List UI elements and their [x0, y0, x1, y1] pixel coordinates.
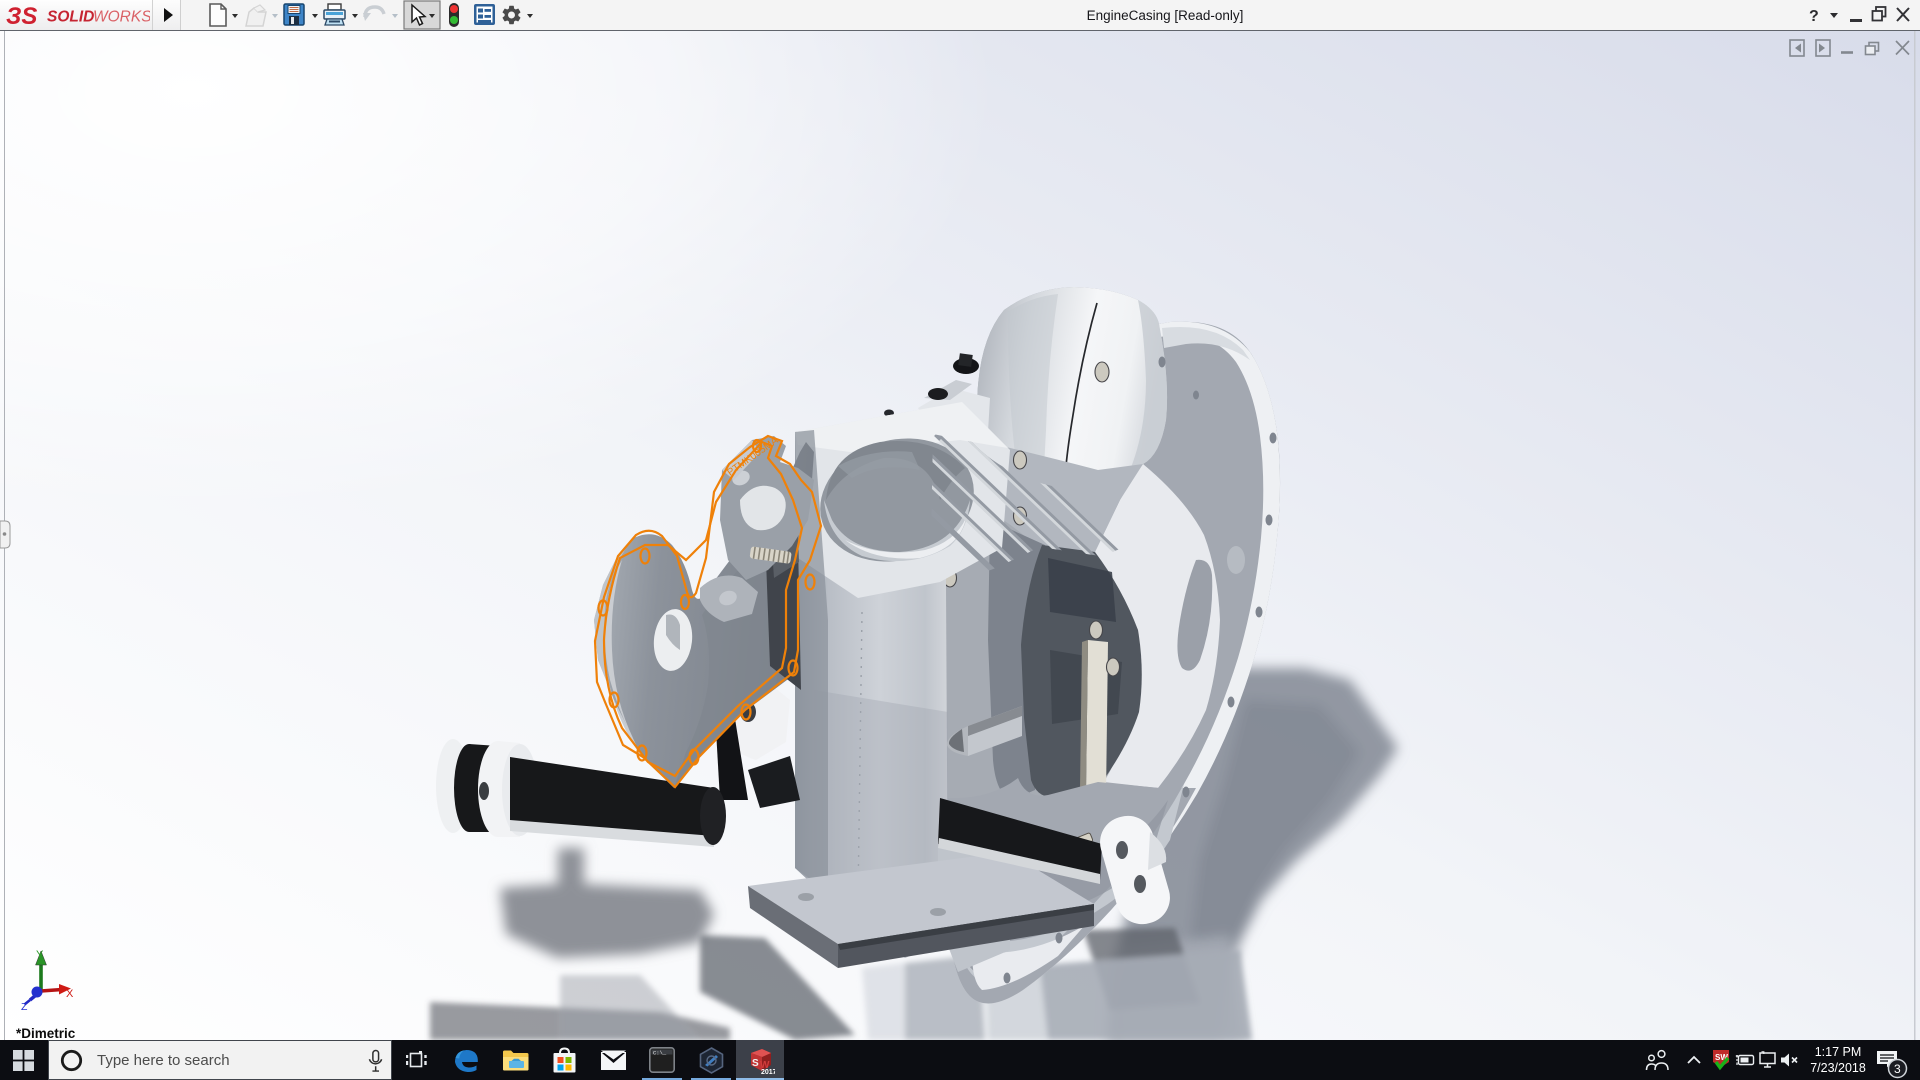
svg-text:?: ?	[1809, 8, 1819, 25]
svg-text:Y: Y	[36, 949, 44, 961]
svg-text:C:\_: C:\_	[653, 1050, 667, 1057]
svg-text:SOLID: SOLID	[47, 9, 94, 26]
svg-text:S: S	[752, 1058, 759, 1069]
svg-text:Z: Z	[21, 1001, 28, 1013]
svg-text:ЗS: ЗS	[6, 3, 37, 30]
svg-text:2017: 2017	[761, 1069, 775, 1075]
svg-text:3: 3	[1894, 1062, 1901, 1076]
svg-text:WORKS: WORKS	[93, 9, 150, 26]
svg-text:X: X	[66, 988, 74, 1000]
